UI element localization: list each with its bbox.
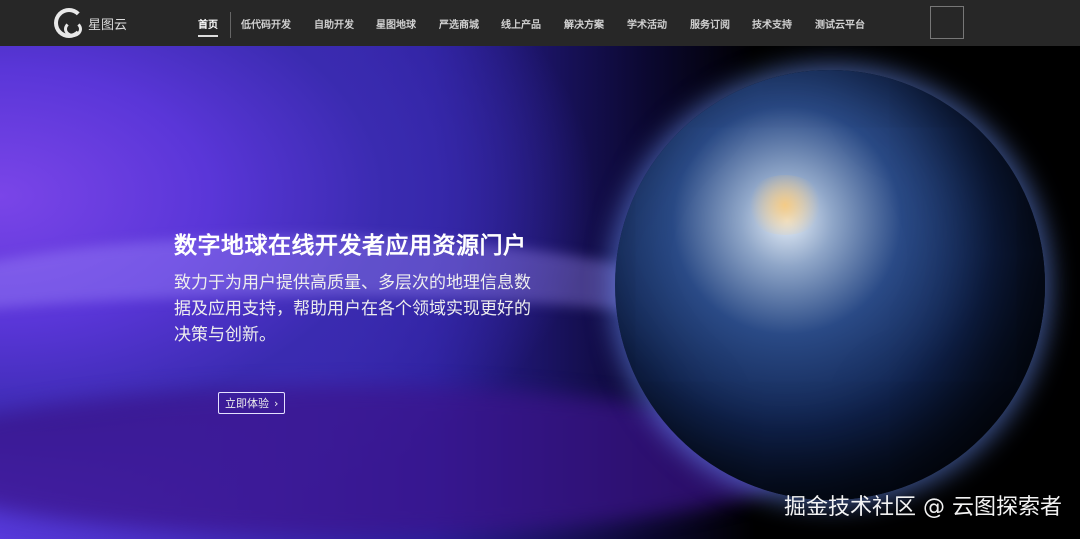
top-nav: 星图云 首页 低代码开发 自助开发 星图地球 严选商城 线上产品 解决方案 学术… — [0, 0, 1080, 46]
try-now-button[interactable]: 立即体验 › — [218, 392, 286, 414]
nav-item-support[interactable]: 技术支持 — [752, 16, 792, 31]
nav-item-products[interactable]: 线上产品 — [501, 16, 541, 31]
hero-description: 致力于为用户提供高质量、多层次的地理信息数据及应用支持，帮助用户在各个领域实现更… — [174, 273, 531, 345]
nav-divider — [230, 12, 231, 38]
nav-item-solutions[interactable]: 解决方案 — [564, 16, 604, 31]
logo[interactable]: 星图云 — [54, 8, 127, 38]
nav-item-earth[interactable]: 星图地球 — [376, 16, 416, 31]
chevron-right-icon: › — [274, 396, 279, 410]
nav-item-mall[interactable]: 严选商城 — [439, 16, 479, 31]
logo-icon — [54, 8, 84, 38]
city-lights — [745, 175, 825, 235]
nav-item-subscription[interactable]: 服务订阅 — [690, 16, 730, 31]
user-avatar-broken-image[interactable] — [930, 6, 964, 39]
nav-item-academic[interactable]: 学术活动 — [627, 16, 667, 31]
hero-title: 数字地球在线开发者应用资源门户 — [174, 233, 527, 259]
nav-item-lowcode[interactable]: 低代码开发 — [241, 16, 291, 31]
earth-globe-image — [615, 70, 1045, 500]
logo-text: 星图云 — [88, 17, 128, 33]
watermark: 掘金技术社区 @ 云图探索者 — [784, 495, 1062, 520]
try-now-label: 立即体验 — [225, 397, 269, 410]
nav-item-home[interactable]: 首页 — [198, 16, 218, 37]
nav-item-self-dev[interactable]: 自助开发 — [314, 16, 354, 31]
nav-item-test-cloud[interactable]: 测试云平台 — [815, 16, 865, 31]
